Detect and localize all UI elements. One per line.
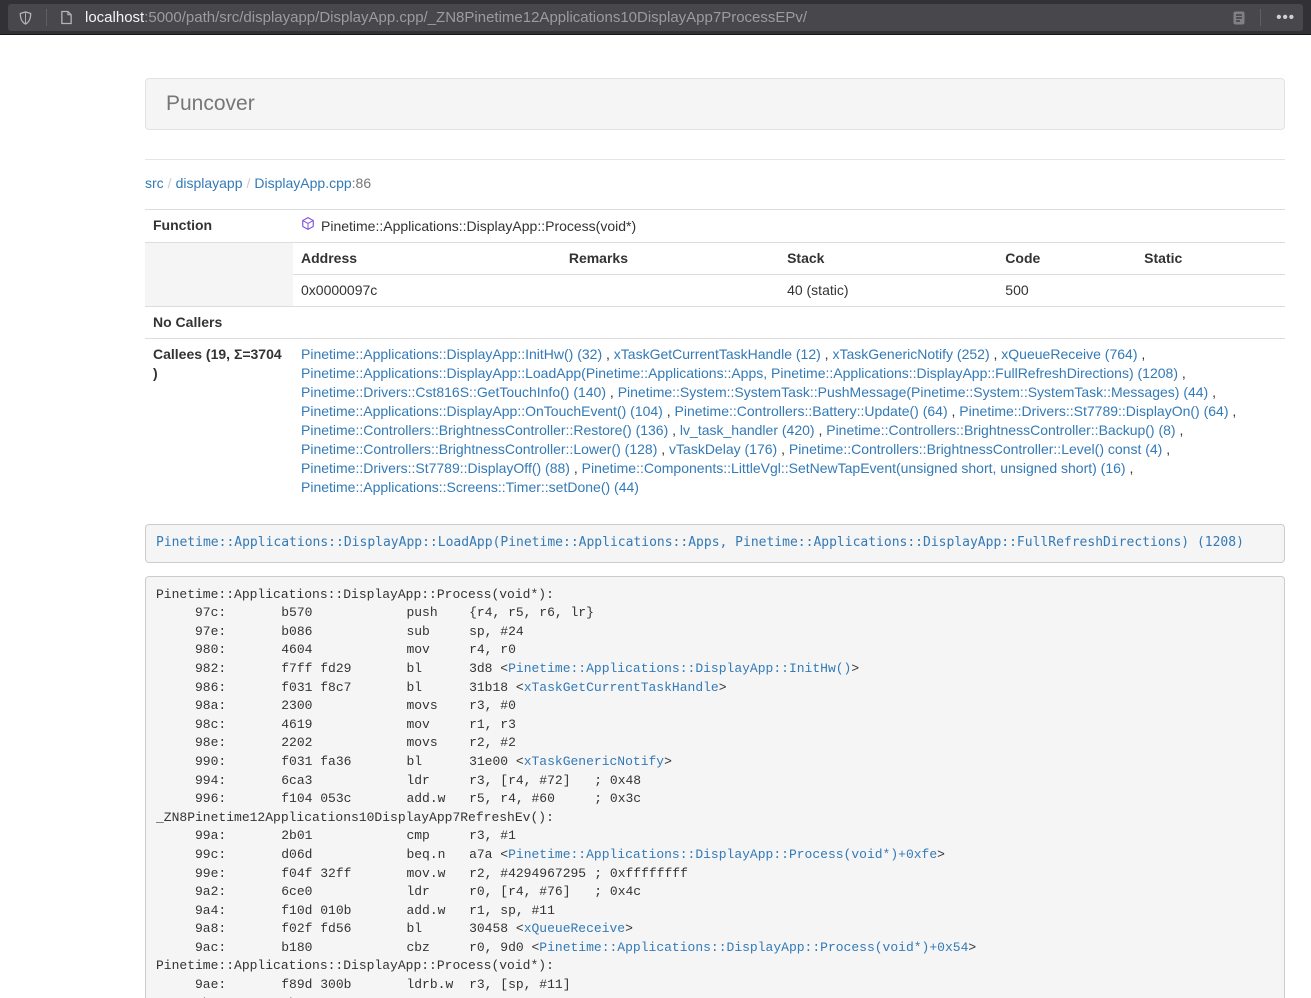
code-symbol-link[interactable]: xQueueReceive xyxy=(524,921,625,936)
callees-label: Callees (19, Σ=3704 ) xyxy=(145,339,293,504)
breadcrumb-separator: / xyxy=(243,175,255,191)
callees-list: Pinetime::Applications::DisplayApp::Init… xyxy=(293,339,1285,504)
breadcrumb-separator: / xyxy=(164,175,176,191)
url-bar[interactable]: localhost:5000/path/src/displayapp/Displ… xyxy=(8,4,1303,31)
page-title: Puncover xyxy=(166,92,1264,116)
static-value xyxy=(1136,275,1285,307)
breadcrumb-link-displayapp[interactable]: displayapp xyxy=(176,175,243,191)
page-container: Puncover src/displayapp/DisplayApp.cpp:8… xyxy=(145,35,1285,998)
code-symbol-link[interactable]: xTaskGetCurrentTaskHandle xyxy=(524,680,719,695)
code-symbol-link[interactable]: xTaskGenericNotify xyxy=(524,754,664,769)
callee-link[interactable]: vTaskDelay (176) xyxy=(669,441,777,457)
callee-link[interactable]: Pinetime::Applications::Screens::Timer::… xyxy=(301,479,639,495)
callee-link[interactable]: Pinetime::Applications::DisplayApp::Init… xyxy=(301,346,602,362)
symbol-table: Function Pinetime::Applications::Display… xyxy=(145,209,1285,503)
column-header-code: Code xyxy=(997,243,1136,275)
breadcrumb-link-src[interactable]: src xyxy=(145,175,164,191)
callee-link[interactable]: Pinetime::Applications::DisplayApp::Load… xyxy=(301,365,1178,381)
callee-link[interactable]: Pinetime::Drivers::St7789::DisplayOff() … xyxy=(301,460,570,476)
callee-link[interactable]: xTaskGenericNotify (252) xyxy=(832,346,989,362)
highlighted-symbol-box: Pinetime::Applications::DisplayApp::Load… xyxy=(145,524,1285,563)
code-value: 500 xyxy=(997,275,1136,307)
callee-link[interactable]: Pinetime::Controllers::BrightnessControl… xyxy=(301,422,668,438)
metrics-data-row: 0x0000097c 40 (static) 500 xyxy=(293,275,1285,307)
callee-link[interactable]: Pinetime::Components::LittleVgl::SetNewT… xyxy=(582,460,1126,476)
callee-link[interactable]: xTaskGetCurrentTaskHandle (12) xyxy=(614,346,821,362)
callee-link[interactable]: Pinetime::System::SystemTask::PushMessag… xyxy=(618,384,1209,400)
breadcrumb-link-file[interactable]: DisplayApp.cpp xyxy=(254,175,351,191)
column-header-stack: Stack xyxy=(779,243,997,275)
code-symbol-link[interactable]: Pinetime::Applications::DisplayApp::Init… xyxy=(508,661,851,676)
callee-link[interactable]: Pinetime::Controllers::BrightnessControl… xyxy=(789,441,1162,457)
browser-toolbar: localhost:5000/path/src/displayapp/Displ… xyxy=(0,0,1311,35)
menu-button[interactable]: ••• xyxy=(1268,9,1303,26)
no-callers-label: No Callers xyxy=(145,307,293,339)
disassembly-code: Pinetime::Applications::DisplayApp::Proc… xyxy=(156,587,976,998)
breadcrumb: src/displayapp/DisplayApp.cpp:86 xyxy=(145,173,1285,193)
package-icon xyxy=(301,216,315,236)
function-name: Pinetime::Applications::DisplayApp::Proc… xyxy=(321,217,636,236)
callee-link[interactable]: lv_task_handler (420) xyxy=(680,422,815,438)
callee-link[interactable]: xQueueReceive (764) xyxy=(1001,346,1137,362)
disassembly-block: Pinetime::Applications::DisplayApp::Proc… xyxy=(145,576,1285,998)
url-path: :5000/path/src/displayapp/DisplayApp.cpp… xyxy=(144,9,807,26)
url-host: localhost xyxy=(85,9,144,26)
no-callers-row: No Callers xyxy=(145,307,1285,339)
metrics-table: Address Remarks Stack Code Static 0x0000… xyxy=(293,243,1285,306)
url-text[interactable]: localhost:5000/path/src/displayapp/Displ… xyxy=(85,9,1225,26)
tracking-shield-icon[interactable] xyxy=(8,10,39,26)
metrics-row-spacer xyxy=(145,243,293,307)
column-header-static: Static xyxy=(1136,243,1285,275)
callees-row: Callees (19, Σ=3704 ) Pinetime::Applicat… xyxy=(145,339,1285,504)
callee-link[interactable]: Pinetime::Controllers::Battery::Update()… xyxy=(675,403,948,419)
callee-link[interactable]: Pinetime::Drivers::Cst816S::GetTouchInfo… xyxy=(301,384,606,400)
callee-link[interactable]: Pinetime::Applications::DisplayApp::OnTo… xyxy=(301,403,663,419)
callee-link[interactable]: Pinetime::Controllers::BrightnessControl… xyxy=(301,441,657,457)
remarks-value xyxy=(561,275,779,307)
callee-link[interactable]: Pinetime::Controllers::BrightnessControl… xyxy=(826,422,1175,438)
divider xyxy=(46,9,47,26)
metrics-row: Address Remarks Stack Code Static 0x0000… xyxy=(145,243,1285,307)
function-row: Function Pinetime::Applications::Display… xyxy=(145,210,1285,243)
column-header-remarks: Remarks xyxy=(561,243,779,275)
code-symbol-link[interactable]: Pinetime::Applications::DisplayApp::Proc… xyxy=(539,940,968,955)
reader-mode-button[interactable] xyxy=(1225,10,1253,26)
breadcrumb-line-number: :86 xyxy=(352,175,371,191)
page-identity-icon[interactable] xyxy=(54,10,79,25)
divider-rule xyxy=(145,159,1285,160)
stack-value: 40 (static) xyxy=(779,275,997,307)
app-header: Puncover xyxy=(145,78,1285,130)
divider xyxy=(1260,9,1261,26)
column-header-address: Address xyxy=(293,243,561,275)
address-value: 0x0000097c xyxy=(293,275,561,307)
function-label: Function xyxy=(145,210,293,243)
code-symbol-link[interactable]: Pinetime::Applications::DisplayApp::Proc… xyxy=(508,847,937,862)
highlighted-symbol-link[interactable]: Pinetime::Applications::DisplayApp::Load… xyxy=(156,535,1244,550)
callee-link[interactable]: Pinetime::Drivers::St7789::DisplayOn() (… xyxy=(959,403,1228,419)
